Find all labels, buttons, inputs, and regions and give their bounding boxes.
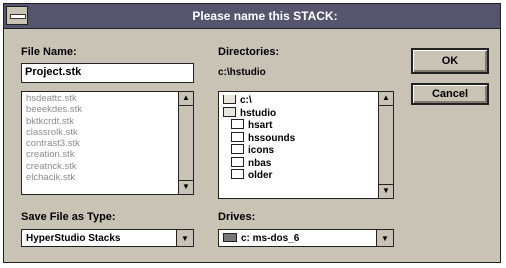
scroll-up-icon[interactable]: ▲ bbox=[179, 92, 193, 106]
drive-value: c: ms-dos_6 bbox=[241, 233, 300, 244]
title-bar: Please name this STACK: bbox=[4, 4, 500, 29]
folder-icon bbox=[231, 131, 244, 142]
save-type-label: Save File as Type: bbox=[21, 211, 116, 223]
current-directory: c:\hstudio bbox=[218, 67, 266, 78]
file-list-item[interactable]: hsdeattc.stk bbox=[24, 93, 177, 104]
system-menu-icon bbox=[10, 14, 26, 19]
directory-item[interactable]: hstudio bbox=[223, 106, 377, 121]
cancel-button[interactable]: Cancel bbox=[411, 83, 489, 105]
drives-label: Drives: bbox=[218, 211, 256, 223]
scroll-down-icon[interactable]: ▼ bbox=[379, 184, 393, 198]
file-list-item[interactable]: creation.stk bbox=[24, 149, 177, 160]
save-stack-dialog: Please name this STACK: File Name: Proje… bbox=[3, 3, 501, 263]
directory-item-label: hssounds bbox=[248, 132, 296, 144]
scroll-up-icon[interactable]: ▲ bbox=[379, 92, 393, 106]
file-list-scrollbar[interactable]: ▲ ▼ bbox=[178, 92, 193, 194]
file-list-item[interactable]: contrast3.stk bbox=[24, 138, 177, 149]
folder-open-icon bbox=[223, 95, 236, 105]
directory-item-label: older bbox=[248, 170, 273, 181]
file-list-item[interactable]: elchacik.stk bbox=[24, 172, 177, 183]
directory-item-label: hsart bbox=[248, 120, 273, 131]
ok-button[interactable]: OK bbox=[411, 48, 489, 74]
directory-list-items: c:\ hstudio hsart hssounds icons nbas older bbox=[223, 95, 377, 197]
folder-icon bbox=[231, 119, 244, 130]
save-type-value: HyperStudio Stacks bbox=[26, 233, 121, 244]
directory-list-scrollbar[interactable]: ▲ ▼ bbox=[378, 92, 393, 198]
file-name-input[interactable]: Project.stk bbox=[21, 63, 194, 83]
directory-item-label: c:\ bbox=[240, 95, 252, 106]
folder-icon bbox=[231, 156, 244, 167]
directory-item[interactable]: nbas bbox=[223, 156, 377, 171]
file-list-item[interactable]: classrolk.stk bbox=[24, 127, 177, 138]
directory-item[interactable]: icons bbox=[223, 144, 377, 158]
folder-open-icon bbox=[223, 106, 236, 117]
dialog-title: Please name this STACK: bbox=[192, 9, 338, 23]
chevron-down-icon[interactable]: ▼ bbox=[376, 230, 393, 246]
save-type-select[interactable]: HyperStudio Stacks ▼ bbox=[21, 229, 194, 247]
folder-icon bbox=[231, 144, 244, 155]
directory-item[interactable]: hssounds bbox=[223, 131, 377, 146]
directory-list[interactable]: c:\ hstudio hsart hssounds icons nbas older ▲ … bbox=[218, 91, 394, 199]
folder-icon bbox=[231, 169, 244, 180]
scroll-down-icon[interactable]: ▼ bbox=[179, 180, 193, 194]
drives-select[interactable]: c: ms-dos_6 ▼ bbox=[218, 229, 394, 247]
file-name-label: File Name: bbox=[21, 46, 77, 58]
directory-item-label: hstudio bbox=[240, 107, 277, 119]
hard-drive-icon bbox=[223, 232, 237, 242]
drive-selection: c: ms-dos_6 bbox=[223, 232, 300, 244]
directory-item[interactable]: c:\ bbox=[223, 95, 377, 108]
file-list[interactable]: hsdeattc.stk beeekdes.stk bktkcrdt.stk clas… bbox=[21, 91, 194, 195]
file-list-items: hsdeattc.stk beeekdes.stk bktkcrdt.stk clas… bbox=[24, 93, 177, 193]
chevron-down-icon[interactable]: ▼ bbox=[176, 230, 193, 246]
directory-item-label: icons bbox=[248, 145, 275, 156]
system-menu-button[interactable] bbox=[6, 6, 28, 25]
directory-item-label: nbas bbox=[248, 157, 272, 169]
file-list-item[interactable]: beeekdes.stk bbox=[24, 104, 177, 115]
directory-item[interactable]: older bbox=[223, 169, 377, 183]
directories-label: Directories: bbox=[218, 46, 280, 58]
file-list-item[interactable]: creatnck.stk bbox=[24, 161, 177, 172]
directory-item[interactable]: hsart bbox=[223, 119, 377, 133]
file-list-item[interactable]: bktkcrdt.stk bbox=[24, 116, 177, 127]
